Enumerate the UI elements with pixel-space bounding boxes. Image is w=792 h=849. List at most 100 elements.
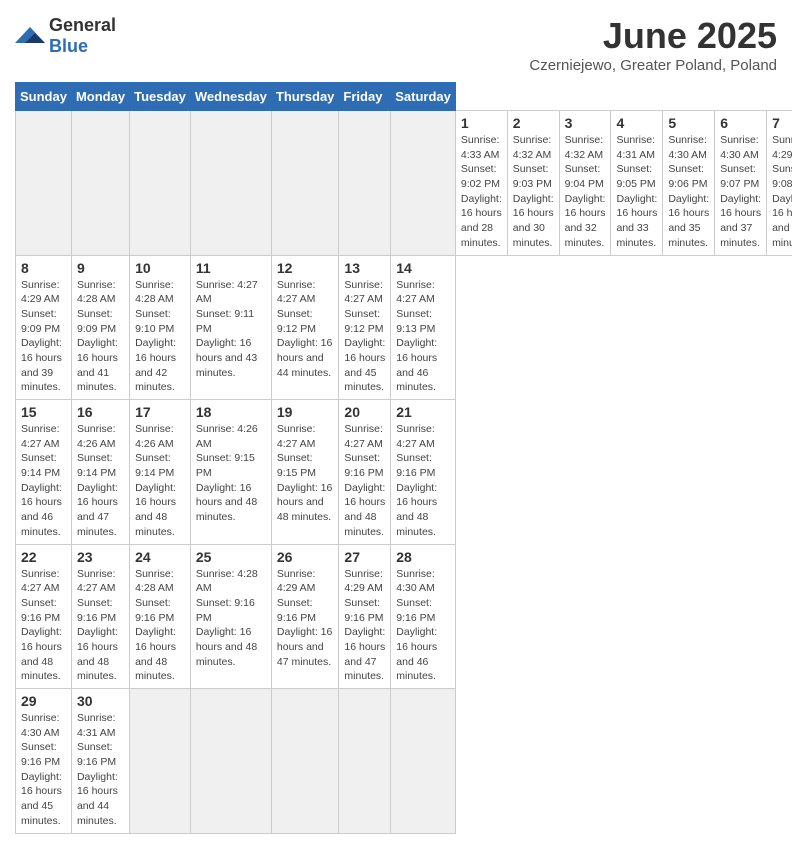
day-info: Sunrise: 4:27 AMSunset: 9:12 PMDaylight:…: [277, 278, 334, 381]
day-info: Sunrise: 4:33 AMSunset: 9:02 PMDaylight:…: [461, 133, 502, 251]
calendar-day-cell: 29Sunrise: 4:30 AMSunset: 9:16 PMDayligh…: [16, 689, 72, 834]
day-number: 2: [513, 115, 554, 131]
day-info: Sunrise: 4:27 AMSunset: 9:16 PMDaylight:…: [396, 422, 450, 540]
calendar-day-cell: 18 Sunrise: 4:26 AMSunset: 9:15 PMDayligh…: [190, 400, 271, 545]
weekday-header-row: SundayMondayTuesdayWednesdayThursdayFrid…: [16, 83, 792, 111]
calendar-day-cell: [71, 111, 129, 256]
day-number: 4: [616, 115, 657, 131]
day-info: Sunrise: 4:29 AMSunset: 9:16 PMDaylight:…: [277, 567, 334, 670]
day-info: Sunrise: 4:28 AMSunset: 9:16 PMDaylight:…: [135, 567, 185, 685]
calendar-day-cell: 27Sunrise: 4:29 AMSunset: 9:16 PMDayligh…: [339, 544, 391, 689]
calendar-day-cell: 22Sunrise: 4:27 AMSunset: 9:16 PMDayligh…: [16, 544, 72, 689]
calendar-day-cell: 1 Sunrise: 4:33 AMSunset: 9:02 PMDaylight…: [455, 111, 507, 256]
day-number: 5: [668, 115, 709, 131]
day-number: 13: [344, 260, 385, 276]
calendar-day-cell: 30Sunrise: 4:31 AMSunset: 9:16 PMDayligh…: [71, 689, 129, 834]
day-info: Sunrise: 4:31 AMSunset: 9:16 PMDaylight:…: [77, 711, 124, 829]
calendar-table: SundayMondayTuesdayWednesdayThursdayFrid…: [15, 82, 792, 834]
calendar-day-cell: 7 Sunrise: 4:29 AMSunset: 9:08 PMDaylight…: [767, 111, 792, 256]
calendar-day-cell: 17 Sunrise: 4:26 AMSunset: 9:14 PMDayligh…: [130, 400, 191, 545]
day-info: Sunrise: 4:27 AMSunset: 9:14 PMDaylight:…: [21, 422, 66, 540]
day-number: 3: [565, 115, 606, 131]
calendar-day-cell: 13 Sunrise: 4:27 AMSunset: 9:12 PMDayligh…: [339, 255, 391, 400]
day-number: 9: [77, 260, 124, 276]
day-info: Sunrise: 4:27 AMSunset: 9:15 PMDaylight:…: [277, 422, 334, 525]
title-area: June 2025 Czerniejewo, Greater Poland, P…: [529, 15, 777, 74]
day-info: Sunrise: 4:27 AMSunset: 9:16 PMDaylight:…: [344, 422, 385, 540]
day-number: 22: [21, 549, 66, 565]
day-number: 23: [77, 549, 124, 565]
day-number: 27: [344, 549, 385, 565]
calendar-day-cell: 21 Sunrise: 4:27 AMSunset: 9:16 PMDayligh…: [391, 400, 456, 545]
day-info: Sunrise: 4:32 AMSunset: 9:04 PMDaylight:…: [565, 133, 606, 251]
day-info: Sunrise: 4:31 AMSunset: 9:05 PMDaylight:…: [616, 133, 657, 251]
weekday-header-friday: Friday: [339, 83, 391, 111]
calendar-day-cell: 2Sunrise: 4:32 AMSunset: 9:03 PMDaylight…: [507, 111, 559, 256]
calendar-day-cell: 26 Sunrise: 4:29 AMSunset: 9:16 PMDayligh…: [271, 544, 339, 689]
calendar-day-cell: 3 Sunrise: 4:32 AMSunset: 9:04 PMDaylight…: [559, 111, 611, 256]
day-number: 17: [135, 404, 185, 420]
calendar-day-cell: 25 Sunrise: 4:28 AMSunset: 9:16 PMDayligh…: [190, 544, 271, 689]
calendar-week-row: 1 Sunrise: 4:33 AMSunset: 9:02 PMDaylight…: [16, 111, 792, 256]
day-number: 25: [196, 549, 266, 565]
day-info: Sunrise: 4:27 AMSunset: 9:11 PMDaylight:…: [196, 278, 266, 381]
calendar-day-cell: 10Sunrise: 4:28 AMSunset: 9:10 PMDayligh…: [130, 255, 191, 400]
day-number: 1: [461, 115, 502, 131]
logo-icon: [15, 25, 45, 47]
calendar-day-cell: 16Sunrise: 4:26 AMSunset: 9:14 PMDayligh…: [71, 400, 129, 545]
calendar-day-cell: [190, 689, 271, 834]
calendar-day-cell: 23 Sunrise: 4:27 AMSunset: 9:16 PMDayligh…: [71, 544, 129, 689]
calendar-week-row: 8Sunrise: 4:29 AMSunset: 9:09 PMDaylight…: [16, 255, 792, 400]
day-number: 15: [21, 404, 66, 420]
day-info: Sunrise: 4:30 AMSunset: 9:07 PMDaylight:…: [720, 133, 761, 251]
logo-general: General: [49, 15, 116, 35]
calendar-day-cell: [271, 689, 339, 834]
day-info: Sunrise: 4:30 AMSunset: 9:16 PMDaylight:…: [396, 567, 450, 685]
day-info: Sunrise: 4:28 AMSunset: 9:09 PMDaylight:…: [77, 278, 124, 396]
calendar-day-cell: 14Sunrise: 4:27 AMSunset: 9:13 PMDayligh…: [391, 255, 456, 400]
weekday-header-wednesday: Wednesday: [190, 83, 271, 111]
day-info: Sunrise: 4:27 AMSunset: 9:13 PMDaylight:…: [396, 278, 450, 396]
calendar-day-cell: 12 Sunrise: 4:27 AMSunset: 9:12 PMDayligh…: [271, 255, 339, 400]
day-number: 11: [196, 260, 266, 276]
logo: General Blue: [15, 15, 116, 57]
weekday-header-thursday: Thursday: [271, 83, 339, 111]
calendar-day-cell: 28Sunrise: 4:30 AMSunset: 9:16 PMDayligh…: [391, 544, 456, 689]
calendar-day-cell: 9 Sunrise: 4:28 AMSunset: 9:09 PMDaylight…: [71, 255, 129, 400]
day-info: Sunrise: 4:26 AMSunset: 9:15 PMDaylight:…: [196, 422, 266, 525]
day-info: Sunrise: 4:29 AMSunset: 9:09 PMDaylight:…: [21, 278, 66, 396]
calendar-day-cell: [271, 111, 339, 256]
calendar-day-cell: [391, 111, 456, 256]
calendar-day-cell: 6 Sunrise: 4:30 AMSunset: 9:07 PMDaylight…: [715, 111, 767, 256]
weekday-header-sunday: Sunday: [16, 83, 72, 111]
calendar-day-cell: [339, 689, 391, 834]
day-info: Sunrise: 4:30 AMSunset: 9:06 PMDaylight:…: [668, 133, 709, 251]
page-header: General Blue June 2025 Czerniejewo, Grea…: [15, 15, 777, 74]
day-number: 12: [277, 260, 334, 276]
calendar-day-cell: [339, 111, 391, 256]
day-info: Sunrise: 4:26 AMSunset: 9:14 PMDaylight:…: [77, 422, 124, 540]
day-info: Sunrise: 4:26 AMSunset: 9:14 PMDaylight:…: [135, 422, 185, 540]
calendar-day-cell: 5 Sunrise: 4:30 AMSunset: 9:06 PMDaylight…: [663, 111, 715, 256]
calendar-day-cell: 11 Sunrise: 4:27 AMSunset: 9:11 PMDayligh…: [190, 255, 271, 400]
day-number: 7: [772, 115, 792, 131]
weekday-header-saturday: Saturday: [391, 83, 456, 111]
calendar-week-row: 22 Sunrise: 4:27 AMSunset: 9:16 PMDayligh…: [16, 544, 792, 689]
day-info: Sunrise: 4:27 AMSunset: 9:12 PMDaylight:…: [344, 278, 385, 396]
calendar-day-cell: 15 Sunrise: 4:27 AMSunset: 9:14 PMDayligh…: [16, 400, 72, 545]
logo-text: General Blue: [49, 15, 116, 57]
calendar-week-row: 29Sunrise: 4:30 AMSunset: 9:16 PMDayligh…: [16, 689, 792, 834]
day-number: 21: [396, 404, 450, 420]
day-number: 26: [277, 549, 334, 565]
day-info: Sunrise: 4:28 AMSunset: 9:16 PMDaylight:…: [196, 567, 266, 670]
calendar-day-cell: [130, 689, 191, 834]
location-subtitle: Czerniejewo, Greater Poland, Poland: [529, 57, 777, 74]
month-title: June 2025: [529, 15, 777, 57]
day-number: 24: [135, 549, 185, 565]
day-info: Sunrise: 4:27 AMSunset: 9:16 PMDaylight:…: [77, 567, 124, 685]
calendar-day-cell: 4 Sunrise: 4:31 AMSunset: 9:05 PMDaylight…: [611, 111, 663, 256]
day-number: 6: [720, 115, 761, 131]
calendar-day-cell: [16, 111, 72, 256]
day-number: 18: [196, 404, 266, 420]
day-info: Sunrise: 4:29 AMSunset: 9:08 PMDaylight:…: [772, 133, 792, 251]
